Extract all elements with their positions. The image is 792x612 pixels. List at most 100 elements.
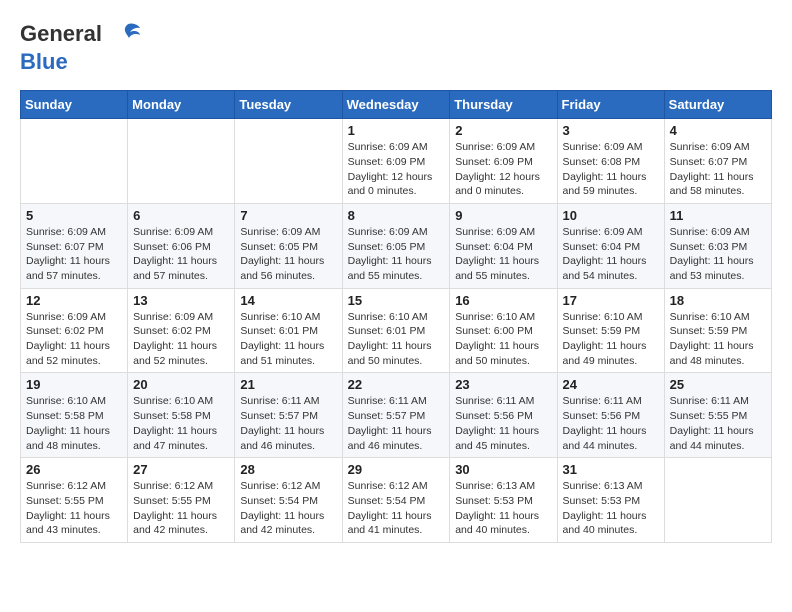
calendar-body: 1 Sunrise: 6:09 AMSunset: 6:09 PMDaylight… — [21, 119, 772, 543]
day-detail: Sunrise: 6:13 AMSunset: 5:53 PMDaylight:… — [455, 479, 551, 538]
calendar-cell: 24Sunrise: 6:11 AMSunset: 5:56 PMDayligh… — [557, 373, 664, 458]
calendar-week-2: 12 Sunrise: 6:09 AMSunset: 6:02 PMDayligh… — [21, 288, 772, 373]
calendar-cell: 15 Sunrise: 6:10 AMSunset: 6:01 PMDayligh… — [342, 288, 450, 373]
calendar-cell: 30 Sunrise: 6:13 AMSunset: 5:53 PMDayligh… — [450, 458, 557, 543]
day-detail: Sunrise: 6:09 AMSunset: 6:04 PMDaylight:… — [563, 225, 659, 284]
day-number: 3 — [563, 123, 659, 138]
day-number: 14 — [240, 293, 336, 308]
day-number: 7 — [240, 208, 336, 223]
calendar-cell: 23 Sunrise: 6:11 AMSunset: 5:56 PMDayligh… — [450, 373, 557, 458]
day-detail: Sunrise: 6:09 AMSunset: 6:08 PMDaylight:… — [563, 140, 659, 199]
day-detail: Sunrise: 6:09 AMSunset: 6:03 PMDaylight:… — [670, 225, 766, 284]
day-number: 1 — [348, 123, 445, 138]
day-detail: Sunrise: 6:10 AMSunset: 5:58 PMDaylight:… — [26, 394, 122, 453]
day-detail: Sunrise: 6:10 AMSunset: 6:00 PMDaylight:… — [455, 310, 551, 369]
day-number: 24 — [563, 377, 659, 392]
day-number: 4 — [670, 123, 766, 138]
calendar-cell: 3 Sunrise: 6:09 AMSunset: 6:08 PMDaylight… — [557, 119, 664, 204]
weekday-friday: Friday — [557, 91, 664, 119]
weekday-header-row: SundayMondayTuesdayWednesdayThursdayFrid… — [21, 91, 772, 119]
weekday-monday: Monday — [128, 91, 235, 119]
day-detail: Sunrise: 6:10 AMSunset: 5:58 PMDaylight:… — [133, 394, 229, 453]
day-detail: Sunrise: 6:09 AMSunset: 6:09 PMDaylight:… — [348, 140, 445, 199]
calendar-cell: 7 Sunrise: 6:09 AMSunset: 6:05 PMDaylight… — [235, 203, 342, 288]
day-detail: Sunrise: 6:11 AMSunset: 5:55 PMDaylight:… — [670, 394, 766, 453]
day-number: 2 — [455, 123, 551, 138]
calendar-cell: 13 Sunrise: 6:09 AMSunset: 6:02 PMDayligh… — [128, 288, 235, 373]
calendar-cell: 18 Sunrise: 6:10 AMSunset: 5:59 PMDayligh… — [664, 288, 771, 373]
calendar-cell: 14 Sunrise: 6:10 AMSunset: 6:01 PMDayligh… — [235, 288, 342, 373]
day-number: 31 — [563, 462, 659, 477]
day-number: 18 — [670, 293, 766, 308]
day-number: 8 — [348, 208, 445, 223]
day-detail: Sunrise: 6:09 AMSunset: 6:07 PMDaylight:… — [670, 140, 766, 199]
day-detail: Sunrise: 6:12 AMSunset: 5:55 PMDaylight:… — [133, 479, 229, 538]
calendar-cell: 8 Sunrise: 6:09 AMSunset: 6:05 PMDaylight… — [342, 203, 450, 288]
logo-bird-icon — [112, 20, 142, 50]
calendar-cell: 26Sunrise: 6:12 AMSunset: 5:55 PMDayligh… — [21, 458, 128, 543]
weekday-saturday: Saturday — [664, 91, 771, 119]
day-number: 10 — [563, 208, 659, 223]
day-detail: Sunrise: 6:11 AMSunset: 5:57 PMDaylight:… — [240, 394, 336, 453]
day-detail: Sunrise: 6:09 AMSunset: 6:09 PMDaylight:… — [455, 140, 551, 199]
day-number: 12 — [26, 293, 122, 308]
day-number: 29 — [348, 462, 445, 477]
day-number: 13 — [133, 293, 229, 308]
calendar-cell: 19Sunrise: 6:10 AMSunset: 5:58 PMDayligh… — [21, 373, 128, 458]
day-detail: Sunrise: 6:09 AMSunset: 6:02 PMDaylight:… — [26, 310, 122, 369]
calendar-cell — [21, 119, 128, 204]
day-detail: Sunrise: 6:11 AMSunset: 5:56 PMDaylight:… — [455, 394, 551, 453]
day-detail: Sunrise: 6:10 AMSunset: 5:59 PMDaylight:… — [670, 310, 766, 369]
calendar-cell: 20Sunrise: 6:10 AMSunset: 5:58 PMDayligh… — [128, 373, 235, 458]
day-number: 15 — [348, 293, 445, 308]
day-detail: Sunrise: 6:10 AMSunset: 6:01 PMDaylight:… — [348, 310, 445, 369]
calendar-cell: 10 Sunrise: 6:09 AMSunset: 6:04 PMDayligh… — [557, 203, 664, 288]
day-detail: Sunrise: 6:09 AMSunset: 6:04 PMDaylight:… — [455, 225, 551, 284]
day-detail: Sunrise: 6:09 AMSunset: 6:05 PMDaylight:… — [240, 225, 336, 284]
day-detail: Sunrise: 6:09 AMSunset: 6:05 PMDaylight:… — [348, 225, 445, 284]
day-detail: Sunrise: 6:09 AMSunset: 6:07 PMDaylight:… — [26, 225, 122, 284]
logo-text: General Blue — [20, 20, 142, 74]
calendar-week-4: 26Sunrise: 6:12 AMSunset: 5:55 PMDayligh… — [21, 458, 772, 543]
calendar-cell: 31 Sunrise: 6:13 AMSunset: 5:53 PMDayligh… — [557, 458, 664, 543]
day-number: 6 — [133, 208, 229, 223]
day-number: 9 — [455, 208, 551, 223]
calendar-cell: 5 Sunrise: 6:09 AMSunset: 6:07 PMDaylight… — [21, 203, 128, 288]
calendar-cell — [128, 119, 235, 204]
calendar-week-1: 5 Sunrise: 6:09 AMSunset: 6:07 PMDaylight… — [21, 203, 772, 288]
day-number: 30 — [455, 462, 551, 477]
calendar-week-3: 19Sunrise: 6:10 AMSunset: 5:58 PMDayligh… — [21, 373, 772, 458]
calendar-cell: 28Sunrise: 6:12 AMSunset: 5:54 PMDayligh… — [235, 458, 342, 543]
weekday-tuesday: Tuesday — [235, 91, 342, 119]
calendar-cell: 11 Sunrise: 6:09 AMSunset: 6:03 PMDayligh… — [664, 203, 771, 288]
calendar-table: SundayMondayTuesdayWednesdayThursdayFrid… — [20, 90, 772, 543]
day-detail: Sunrise: 6:11 AMSunset: 5:57 PMDaylight:… — [348, 394, 445, 453]
calendar-cell — [235, 119, 342, 204]
day-number: 27 — [133, 462, 229, 477]
calendar-cell: 4 Sunrise: 6:09 AMSunset: 6:07 PMDaylight… — [664, 119, 771, 204]
day-detail: Sunrise: 6:13 AMSunset: 5:53 PMDaylight:… — [563, 479, 659, 538]
weekday-wednesday: Wednesday — [342, 91, 450, 119]
day-number: 22 — [348, 377, 445, 392]
day-number: 28 — [240, 462, 336, 477]
day-number: 16 — [455, 293, 551, 308]
logo-general: General — [20, 21, 102, 46]
day-number: 21 — [240, 377, 336, 392]
day-number: 5 — [26, 208, 122, 223]
calendar-cell: 22 Sunrise: 6:11 AMSunset: 5:57 PMDayligh… — [342, 373, 450, 458]
day-number: 23 — [455, 377, 551, 392]
calendar-cell: 29Sunrise: 6:12 AMSunset: 5:54 PMDayligh… — [342, 458, 450, 543]
day-detail: Sunrise: 6:12 AMSunset: 5:55 PMDaylight:… — [26, 479, 122, 538]
calendar-cell: 9 Sunrise: 6:09 AMSunset: 6:04 PMDaylight… — [450, 203, 557, 288]
calendar-cell: 17Sunrise: 6:10 AMSunset: 5:59 PMDayligh… — [557, 288, 664, 373]
day-number: 17 — [563, 293, 659, 308]
day-detail: Sunrise: 6:09 AMSunset: 6:02 PMDaylight:… — [133, 310, 229, 369]
calendar-week-0: 1 Sunrise: 6:09 AMSunset: 6:09 PMDaylight… — [21, 119, 772, 204]
calendar-cell: 12 Sunrise: 6:09 AMSunset: 6:02 PMDayligh… — [21, 288, 128, 373]
calendar-cell: 21 Sunrise: 6:11 AMSunset: 5:57 PMDayligh… — [235, 373, 342, 458]
day-detail: Sunrise: 6:10 AMSunset: 6:01 PMDaylight:… — [240, 310, 336, 369]
calendar-cell: 2 Sunrise: 6:09 AMSunset: 6:09 PMDaylight… — [450, 119, 557, 204]
page-header: General Blue — [20, 20, 772, 74]
calendar-cell: 6Sunrise: 6:09 AMSunset: 6:06 PMDaylight… — [128, 203, 235, 288]
day-number: 11 — [670, 208, 766, 223]
